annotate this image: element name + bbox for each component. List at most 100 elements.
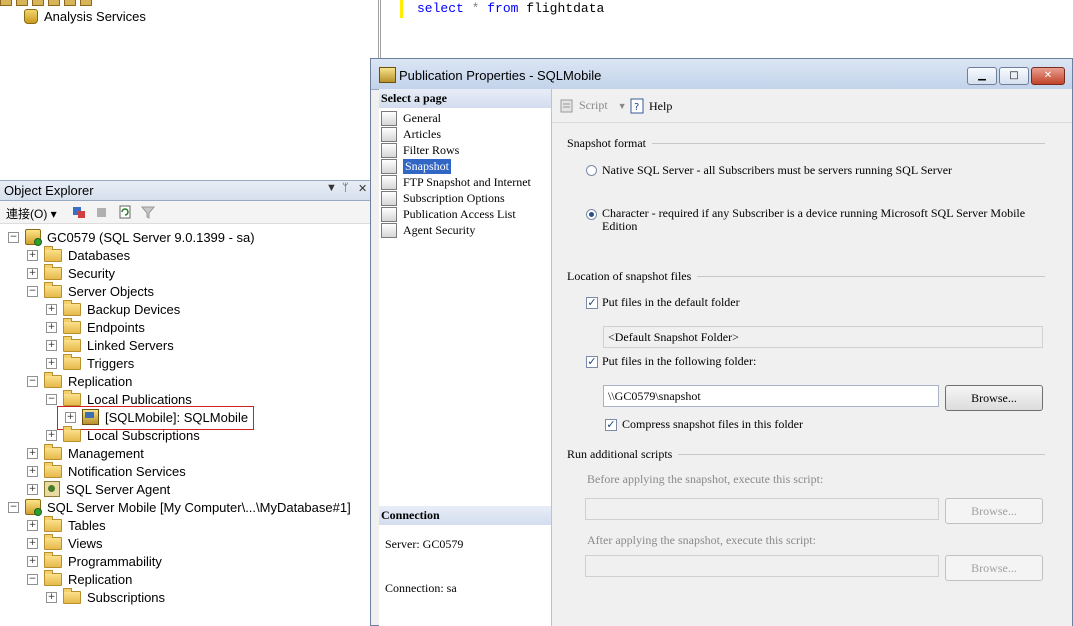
expand-icon[interactable]: + <box>27 555 38 567</box>
tree-node-label: Tables <box>68 517 106 533</box>
page-publication-access-list[interactable]: Publication Access List <box>381 206 516 222</box>
following-folder-checkbox[interactable]: ✓ <box>586 356 598 368</box>
collapse-icon[interactable]: − <box>27 573 38 585</box>
snapshot-format-section: Snapshot format <box>567 136 1045 151</box>
collapse-icon[interactable]: − <box>8 501 19 513</box>
operator-star: * <box>471 1 480 16</box>
tree-node-sql-server-agent[interactable]: + SQL Server Agent <box>27 480 170 498</box>
folder-icon <box>44 245 62 262</box>
after-script-browse-button[interactable]: Browse... <box>945 555 1043 581</box>
collapse-icon[interactable]: − <box>8 231 19 243</box>
pin-icon[interactable]: ᛘ <box>342 182 349 194</box>
expand-icon[interactable]: + <box>27 465 38 477</box>
object-explorer-toolbar: 連接(O) ▾ <box>0 201 370 224</box>
tree-node-subscriptions[interactable]: + Subscriptions <box>46 587 165 606</box>
tree-node-label: Local Subscriptions <box>87 427 200 443</box>
compress-checkbox[interactable]: ✓ <box>605 419 617 431</box>
toolbar-icon[interactable] <box>0 0 12 6</box>
page-general[interactable]: General <box>381 110 441 126</box>
folder-icon <box>44 461 62 478</box>
expand-icon[interactable]: + <box>46 303 57 315</box>
dropdown-icon[interactable]: ▼ <box>326 182 337 194</box>
snapshot-folder-input[interactable]: \\GC0579\snapshot <box>603 385 939 407</box>
close-icon[interactable]: ✕ <box>358 182 367 195</box>
expand-icon[interactable]: + <box>46 429 57 441</box>
expand-icon[interactable]: + <box>46 357 57 369</box>
refresh-icon[interactable] <box>118 205 132 219</box>
expand-icon[interactable]: + <box>46 591 57 603</box>
page-articles[interactable]: Articles <box>381 126 441 142</box>
tree-node-backup-devices[interactable]: + Backup Devices <box>46 299 181 318</box>
expand-icon[interactable]: + <box>46 339 57 351</box>
tree-item-analysis-services[interactable]: Analysis Services <box>24 9 146 24</box>
browse-folder-button[interactable]: Browse... <box>945 385 1043 411</box>
expand-icon[interactable]: + <box>46 321 57 333</box>
chevron-down-icon[interactable]: ▼ <box>618 101 627 111</box>
help-button[interactable]: ? Help <box>630 98 672 114</box>
tree-node-linked-servers[interactable]: + Linked Servers <box>46 335 174 354</box>
page-subscription-options[interactable]: Subscription Options <box>381 190 505 206</box>
tree-node-databases[interactable]: + Databases <box>27 245 130 264</box>
page-ftp-snapshot[interactable]: FTP Snapshot and Internet <box>381 174 531 190</box>
page-filter-rows[interactable]: Filter Rows <box>381 142 459 158</box>
keyword-from: from <box>487 1 519 16</box>
toolbar-icon[interactable] <box>80 0 92 6</box>
query-editor[interactable]: select * from flightdata <box>380 0 1073 58</box>
page-agent-security[interactable]: Agent Security <box>381 222 475 238</box>
object-explorer-title: Object Explorer <box>4 183 94 198</box>
expand-icon[interactable]: + <box>27 249 38 261</box>
tree-node-local-subscriptions[interactable]: + Local Subscriptions <box>46 425 200 444</box>
page-snapshot[interactable]: Snapshot <box>381 158 452 174</box>
query-text[interactable]: select * from flightdata <box>417 1 604 16</box>
collapse-icon[interactable]: − <box>27 375 38 387</box>
tree-node-endpoints[interactable]: + Endpoints <box>46 317 145 336</box>
filter-page-icon <box>381 142 397 158</box>
tree-node-label: Backup Devices <box>87 301 181 317</box>
default-folder-checkbox[interactable]: ✓ <box>586 297 598 309</box>
close-button[interactable]: ✕ <box>1031 67 1065 85</box>
publication-icon <box>379 67 396 83</box>
expand-icon[interactable]: + <box>27 519 38 531</box>
folder-icon <box>63 587 81 604</box>
toolbar-icon[interactable] <box>64 0 76 6</box>
stop-icon[interactable] <box>95 205 109 219</box>
connect-dropdown[interactable]: 連接(O) ▾ <box>6 205 57 222</box>
tree-node-mobile-replication[interactable]: − Replication <box>27 569 132 588</box>
minimize-button[interactable]: ▁ <box>967 67 997 85</box>
tree-node-server[interactable]: − GC0579 (SQL Server 9.0.1399 - sa) <box>8 228 255 246</box>
native-sql-radio[interactable] <box>586 165 597 176</box>
collapse-icon[interactable]: − <box>27 285 38 297</box>
expand-icon[interactable]: + <box>27 447 38 459</box>
expand-icon[interactable]: + <box>27 267 38 279</box>
tree-node-label: Endpoints <box>87 319 145 335</box>
before-script-browse-button[interactable]: Browse... <box>945 498 1043 524</box>
toolbar-icon[interactable] <box>16 0 28 6</box>
tree-node-label: Security <box>68 265 115 281</box>
expand-icon[interactable]: + <box>27 537 38 549</box>
connect-icon[interactable] <box>72 205 86 219</box>
agent-security-page-icon <box>381 222 397 238</box>
tree-node-notification-services[interactable]: + Notification Services <box>27 461 186 480</box>
toolbar-icon[interactable] <box>32 0 44 6</box>
tree-node-tables[interactable]: + Tables <box>27 515 106 534</box>
collapse-icon[interactable]: − <box>46 393 57 405</box>
filter-icon[interactable] <box>141 205 155 219</box>
tree-node-sql-server-mobile[interactable]: − SQL Server Mobile [My Computer\...\MyD… <box>8 498 351 516</box>
maximize-button[interactable]: □ <box>999 67 1029 85</box>
after-script-label: After applying the snapshot, execute thi… <box>587 533 816 547</box>
character-radio[interactable] <box>586 209 597 220</box>
script-icon <box>560 99 573 112</box>
tree-node-management[interactable]: + Management <box>27 443 144 462</box>
tree-node-replication[interactable]: − Replication <box>27 371 132 390</box>
native-sql-label: Native SQL Server - all Subscribers must… <box>602 163 953 177</box>
tree-node-views[interactable]: + Views <box>27 533 102 552</box>
tree-node-server-objects[interactable]: − Server Objects <box>27 281 154 300</box>
expand-icon[interactable]: + <box>27 483 38 495</box>
script-button[interactable]: Script ▼ <box>560 98 627 113</box>
tree-node-security[interactable]: + Security <box>27 263 115 282</box>
tree-node-programmability[interactable]: + Programmability <box>27 551 162 570</box>
before-script-input <box>585 498 939 520</box>
tree-node-triggers[interactable]: + Triggers <box>46 353 134 372</box>
svg-text:?: ? <box>634 102 639 113</box>
toolbar-icon[interactable] <box>48 0 60 6</box>
